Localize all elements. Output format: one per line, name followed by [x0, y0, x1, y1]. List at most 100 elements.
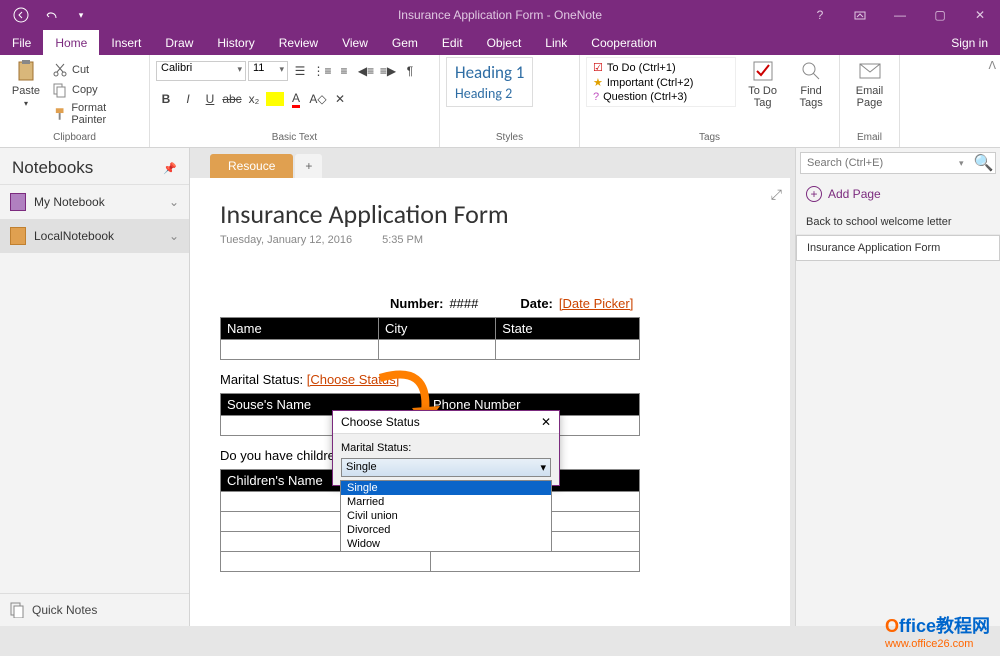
search-input[interactable]: [801, 154, 955, 172]
undo-button[interactable]: [38, 4, 64, 26]
back-button[interactable]: [8, 4, 34, 26]
ribbon: Paste▾ Cut Copy Format Painter Clipboard…: [0, 55, 1000, 148]
copy-button[interactable]: Copy: [50, 81, 143, 99]
numbering-button[interactable]: ⋮≡: [312, 61, 332, 81]
menu-history[interactable]: History: [205, 30, 266, 55]
todo-tag-button[interactable]: To Do Tag: [740, 57, 785, 111]
add-page-button[interactable]: +Add Page: [796, 178, 1000, 210]
bullets-button[interactable]: ☰: [290, 61, 310, 81]
cut-button[interactable]: Cut: [50, 61, 143, 79]
page-item-insurance[interactable]: Insurance Application Form: [796, 235, 1000, 261]
pin-icon[interactable]: 📌: [163, 162, 177, 175]
find-tags-button[interactable]: Find Tags: [789, 57, 833, 111]
envelope-icon: [858, 59, 882, 83]
notebook-item-my[interactable]: My Notebook⌄: [0, 185, 189, 219]
menu-review[interactable]: Review: [267, 30, 330, 55]
checkbox-icon: ☑: [593, 61, 603, 74]
dialog-field-label: Marital Status:: [341, 442, 551, 454]
marital-status-combo[interactable]: Single▾: [341, 458, 551, 477]
menu-object[interactable]: Object: [475, 30, 534, 55]
email-page-button[interactable]: Email Page: [846, 57, 893, 111]
copy-icon: [52, 82, 68, 98]
title-bar: ▾ Insurance Application Form - OneNote ?…: [0, 0, 1000, 30]
option-single[interactable]: Single: [341, 481, 551, 495]
tag-important[interactable]: ★Important (Ctrl+2): [593, 75, 729, 90]
group-tags-label: Tags: [586, 130, 833, 145]
name-city-state-table[interactable]: NameCityState: [220, 317, 640, 360]
menu-bar: File Home Insert Draw History Review Vie…: [0, 30, 1000, 55]
scissors-icon: [52, 62, 68, 78]
highlight-button[interactable]: [266, 92, 284, 106]
number-date-row: Number:#### Date:[Date Picker]: [220, 296, 760, 311]
clear-format-button[interactable]: A◇: [308, 89, 328, 109]
star-icon: ★: [593, 76, 603, 89]
sign-in[interactable]: Sign in: [939, 30, 1000, 55]
notebooks-header: Notebooks📌: [0, 148, 189, 185]
help-icon[interactable]: ?: [800, 0, 840, 30]
page-canvas[interactable]: ⤢ Insurance Application Form Tuesday, Ja…: [190, 178, 790, 626]
add-section-button[interactable]: +: [295, 154, 322, 178]
question-icon: ?: [593, 91, 599, 103]
chevron-down-icon[interactable]: ⌄: [169, 195, 179, 209]
section-tab-resource[interactable]: Resouce: [210, 154, 293, 178]
close-button[interactable]: ✕: [960, 0, 1000, 30]
choose-status-link[interactable]: [Choose Status]: [307, 372, 400, 387]
chevron-down-icon[interactable]: ⌄: [169, 229, 179, 243]
tag-todo[interactable]: ☑To Do (Ctrl+1): [593, 60, 729, 75]
dialog-close-icon[interactable]: ✕: [541, 415, 551, 429]
style-heading1[interactable]: Heading 1: [455, 62, 524, 83]
search-icon[interactable]: 🔍: [968, 153, 1000, 173]
ribbon-options-icon[interactable]: [840, 0, 880, 30]
bold-button[interactable]: B: [156, 89, 176, 109]
style-heading2[interactable]: Heading 2: [455, 85, 524, 102]
subscript-button[interactable]: x₂: [244, 89, 264, 109]
page-item-back[interactable]: Back to school welcome letter: [796, 210, 1000, 235]
clipboard-icon: [14, 59, 38, 83]
format-painter-button[interactable]: Format Painter: [50, 101, 143, 127]
styles-dd-button[interactable]: ✕: [330, 89, 350, 109]
menu-view[interactable]: View: [330, 30, 380, 55]
option-married[interactable]: Married: [341, 495, 551, 509]
alignment-button[interactable]: ≡: [334, 61, 354, 81]
styles-gallery[interactable]: Heading 1 Heading 2: [446, 57, 533, 107]
menu-cooperation[interactable]: Cooperation: [579, 30, 668, 55]
font-color-button[interactable]: A: [286, 89, 306, 109]
qat-dropdown[interactable]: ▾: [68, 4, 94, 26]
paste-button[interactable]: Paste▾: [6, 57, 46, 110]
date-picker-link[interactable]: [Date Picker]: [559, 296, 633, 311]
underline-button[interactable]: U: [200, 89, 220, 109]
page-title[interactable]: Insurance Application Form: [220, 198, 760, 230]
page-datetime: Tuesday, January 12, 20165:35 PM: [220, 234, 760, 246]
dialog-title: Choose Status: [341, 415, 420, 429]
group-clipboard-label: Clipboard: [6, 130, 143, 145]
fullscreen-icon[interactable]: ⤢: [771, 186, 782, 203]
collapse-ribbon-icon[interactable]: ᐱ: [988, 59, 996, 72]
menu-insert[interactable]: Insert: [99, 30, 153, 55]
menu-home[interactable]: Home: [43, 30, 99, 55]
font-name-combo[interactable]: Calibri: [156, 61, 246, 81]
plus-icon: +: [806, 186, 822, 202]
para-button[interactable]: ¶: [400, 61, 420, 81]
minimize-button[interactable]: —: [880, 0, 920, 30]
window-title: Insurance Application Form - OneNote: [398, 8, 602, 22]
brush-icon: [52, 106, 67, 122]
maximize-button[interactable]: ▢: [920, 0, 960, 30]
section-tabs: Resouce +: [190, 148, 790, 178]
outdent-button[interactable]: ◀≡: [356, 61, 376, 81]
search-box[interactable]: ▾ 🔍: [800, 152, 996, 174]
strike-button[interactable]: abc: [222, 89, 242, 109]
indent-button[interactable]: ≡▶: [378, 61, 398, 81]
option-divorced[interactable]: Divorced: [341, 523, 551, 537]
notebook-item-local[interactable]: LocalNotebook⌄: [0, 219, 189, 253]
menu-link[interactable]: Link: [533, 30, 579, 55]
option-widow[interactable]: Widow: [341, 537, 551, 551]
menu-file[interactable]: File: [0, 30, 43, 55]
menu-draw[interactable]: Draw: [153, 30, 205, 55]
font-size-combo[interactable]: 11: [248, 61, 288, 81]
italic-button[interactable]: I: [178, 89, 198, 109]
tag-question[interactable]: ?Question (Ctrl+3): [593, 90, 729, 104]
menu-gem[interactable]: Gem: [380, 30, 430, 55]
quick-notes-button[interactable]: Quick Notes: [0, 593, 189, 626]
option-civil[interactable]: Civil union: [341, 509, 551, 523]
menu-edit[interactable]: Edit: [430, 30, 475, 55]
